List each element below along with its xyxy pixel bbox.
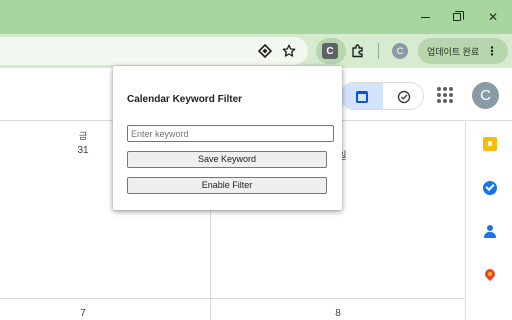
date-number[interactable]: 31 [68, 145, 98, 156]
calendar-view-button[interactable] [341, 83, 383, 109]
calendar-filter-extension-icon[interactable]: C [322, 43, 338, 59]
browser-profile-avatar[interactable]: C [392, 43, 408, 59]
browser-title-bar: ✕ [0, 0, 512, 34]
extensions-puzzle-icon[interactable] [349, 42, 367, 60]
maps-icon[interactable] [483, 269, 497, 283]
minimize-icon [420, 16, 430, 18]
restore-button[interactable] [448, 8, 466, 26]
close-icon: ✕ [487, 10, 499, 24]
update-complete-button[interactable]: 업데이트 완료 ⋮ [418, 38, 508, 64]
date-number[interactable]: 7 [68, 308, 98, 319]
calendar-tasks-toggle [340, 82, 424, 110]
account-avatar[interactable]: C [472, 82, 499, 109]
close-window-button[interactable]: ✕ [484, 8, 502, 26]
tasks-view-button[interactable] [383, 83, 423, 109]
extension-popup: Calendar Keyword Filter Save Keyword Ena… [113, 66, 342, 210]
side-panel [466, 121, 512, 320]
task-check-icon [397, 90, 411, 104]
contacts-icon[interactable] [483, 225, 497, 239]
bookmark-star-icon[interactable] [280, 42, 298, 60]
weekday-header: 금 [78, 131, 88, 141]
browser-menu-icon[interactable]: ⋮ [486, 44, 498, 58]
keyword-input[interactable] [127, 125, 334, 142]
grid-divider [0, 298, 466, 299]
keep-icon[interactable] [483, 137, 497, 151]
lens-icon[interactable] [256, 42, 274, 60]
popup-title: Calendar Keyword Filter [127, 94, 243, 105]
calendar-icon [356, 91, 368, 103]
toolbar-separator [378, 43, 379, 59]
date-number[interactable]: 8 [323, 308, 353, 319]
restore-icon [453, 11, 464, 21]
enable-filter-button[interactable]: Enable Filter [127, 177, 327, 194]
google-apps-icon[interactable] [437, 87, 453, 103]
update-label: 업데이트 완료 [427, 46, 480, 57]
save-keyword-button[interactable]: Save Keyword [127, 151, 327, 168]
tasks-icon[interactable] [483, 181, 497, 195]
minimize-button[interactable] [416, 8, 434, 26]
